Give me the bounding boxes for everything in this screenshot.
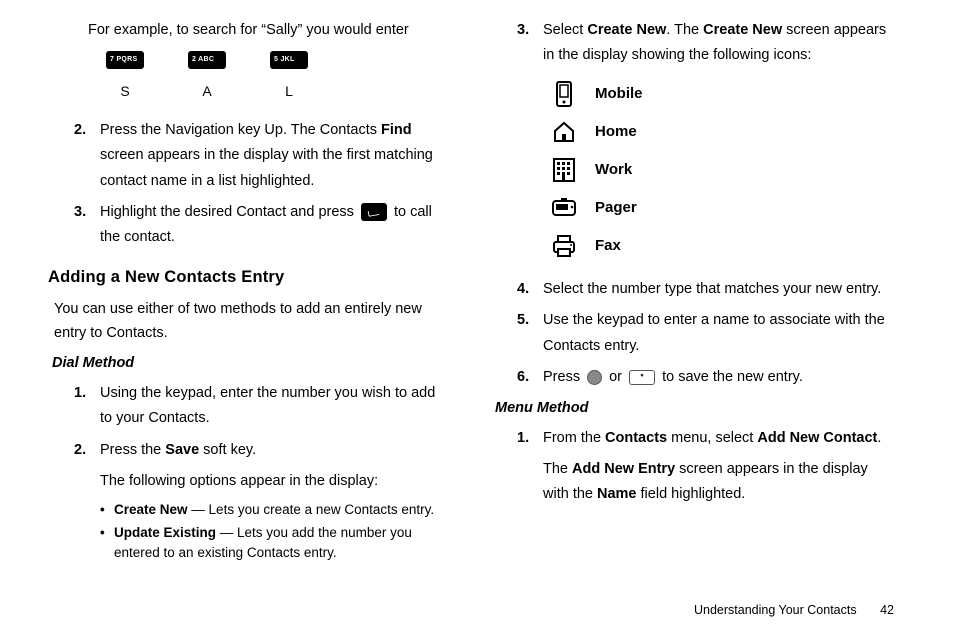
step-body: Highlight the desired Contact and press … xyxy=(100,200,451,251)
bold: Create New xyxy=(703,22,782,38)
bold: Contacts xyxy=(605,430,667,446)
text: screen appears in the display with the f… xyxy=(100,147,433,188)
pager-icon xyxy=(551,197,577,219)
step-number: 2. xyxy=(74,438,100,495)
step-body: Use the keypad to enter a name to associ… xyxy=(543,308,894,359)
bold: Name xyxy=(597,486,637,502)
step-number: 6. xyxy=(517,365,543,390)
dial-step-2: 2. Press the Save soft key. The followin… xyxy=(74,438,451,495)
icon-label: Fax xyxy=(595,233,621,259)
icon-list: Mobile Home Work Pager xyxy=(551,75,894,265)
icon-label: Pager xyxy=(595,195,637,221)
text: menu, select xyxy=(667,430,757,446)
bold: Add New Contact xyxy=(757,430,877,446)
text: — Lets you create a new Contacts entry. xyxy=(188,502,435,517)
step-number: 2. xyxy=(74,118,100,194)
bullet-dot: • xyxy=(100,500,114,520)
key-letter-a: A xyxy=(202,79,211,104)
right-step-5: 5. Use the keypad to enter a name to ass… xyxy=(517,308,894,359)
text: . xyxy=(877,430,881,446)
send-key-icon xyxy=(361,203,387,221)
text: Press the Navigation key Up. The Contact… xyxy=(100,122,381,138)
icon-row-fax: Fax xyxy=(551,227,894,265)
left-column: For example, to search for “Sally” you w… xyxy=(48,18,451,565)
text: The xyxy=(543,461,572,477)
text: or xyxy=(605,369,626,385)
keycap-7: 7 PQRS xyxy=(106,51,144,69)
keycap-5: 5 JKL xyxy=(270,51,308,69)
step-number: 3. xyxy=(517,18,543,69)
dial-step-1: 1. Using the keypad, enter the number yo… xyxy=(74,381,451,432)
bold: Create New xyxy=(587,22,666,38)
right-column: 3. Select Create New. The Create New scr… xyxy=(491,18,894,565)
fax-icon xyxy=(551,234,577,258)
text: Press the xyxy=(100,442,165,458)
icon-row-work: Work xyxy=(551,151,894,189)
bullet-create-new: • Create New — Lets you create a new Con… xyxy=(100,500,451,520)
menu-step-1: 1. From the Contacts menu, select Add Ne… xyxy=(517,426,894,508)
step-body: Press the Save soft key. The following o… xyxy=(100,438,451,495)
step-number: 5. xyxy=(517,308,543,359)
text: Press xyxy=(543,369,584,385)
icon-row-mobile: Mobile xyxy=(551,75,894,113)
work-icon xyxy=(551,157,577,183)
step-body: Select the number type that matches your… xyxy=(543,277,894,302)
key-7: 7 PQRS S xyxy=(106,51,144,104)
keypad-example: 7 PQRS S 2 ABC A 5 JKL L xyxy=(106,51,451,104)
icon-row-home: Home xyxy=(551,113,894,151)
page-footer: Understanding Your Contacts 42 xyxy=(694,600,894,622)
text: Highlight the desired Contact and press xyxy=(100,204,358,220)
step-body: Press or to save the new entry. xyxy=(543,365,894,390)
center-key-icon xyxy=(587,370,602,385)
icon-label: Home xyxy=(595,119,637,145)
step-body: Press the Navigation key Up. The Contact… xyxy=(100,118,451,194)
bold: Find xyxy=(381,122,412,138)
step-number: 1. xyxy=(517,426,543,508)
mobile-icon xyxy=(551,81,577,107)
home-icon xyxy=(551,119,577,145)
bullet-update-existing: • Update Existing — Lets you add the num… xyxy=(100,523,451,564)
left-step-3: 3. Highlight the desired Contact and pre… xyxy=(74,200,451,251)
step-body: Using the keypad, enter the number you w… xyxy=(100,381,451,432)
key-5: 5 JKL L xyxy=(270,51,308,104)
bullet-dot: • xyxy=(100,523,114,564)
icon-row-pager: Pager xyxy=(551,189,894,227)
text: . The xyxy=(666,22,703,38)
heading-menu-method: Menu Method xyxy=(495,396,894,421)
text: The following options appear in the disp… xyxy=(100,469,451,494)
text: From the xyxy=(543,430,605,446)
right-step-6: 6. Press or to save the new entry. xyxy=(517,365,894,390)
step-number: 1. xyxy=(74,381,100,432)
left-step-2: 2. Press the Navigation key Up. The Cont… xyxy=(74,118,451,194)
example-intro: For example, to search for “Sally” you w… xyxy=(88,18,451,43)
right-step-3: 3. Select Create New. The Create New scr… xyxy=(517,18,894,69)
step-body: From the Contacts menu, select Add New C… xyxy=(543,426,894,508)
bold: Add New Entry xyxy=(572,461,675,477)
bold: Create New xyxy=(114,502,188,517)
icon-label: Work xyxy=(595,157,632,183)
key-letter-s: S xyxy=(120,79,129,104)
text: field highlighted. xyxy=(637,486,746,502)
heading-add-contact: Adding a New Contacts Entry xyxy=(48,263,451,292)
bold: Save xyxy=(165,442,199,458)
text: to save the new entry. xyxy=(658,369,803,385)
step-number: 4. xyxy=(517,277,543,302)
icon-label: Mobile xyxy=(595,81,643,107)
subtext: You can use either of two methods to add… xyxy=(54,298,451,346)
step-body: Select Create New. The Create New screen… xyxy=(543,18,894,69)
ok-key-icon xyxy=(629,370,655,385)
right-step-4: 4. Select the number type that matches y… xyxy=(517,277,894,302)
footer-page-number: 42 xyxy=(880,603,894,617)
key-2: 2 ABC A xyxy=(188,51,226,104)
text: soft key. xyxy=(199,442,256,458)
footer-section: Understanding Your Contacts xyxy=(694,603,857,617)
heading-dial-method: Dial Method xyxy=(52,351,451,376)
key-letter-l: L xyxy=(285,79,293,104)
text: Select xyxy=(543,22,587,38)
step-number: 3. xyxy=(74,200,100,251)
keycap-2: 2 ABC xyxy=(188,51,226,69)
bold: Update Existing xyxy=(114,525,216,540)
